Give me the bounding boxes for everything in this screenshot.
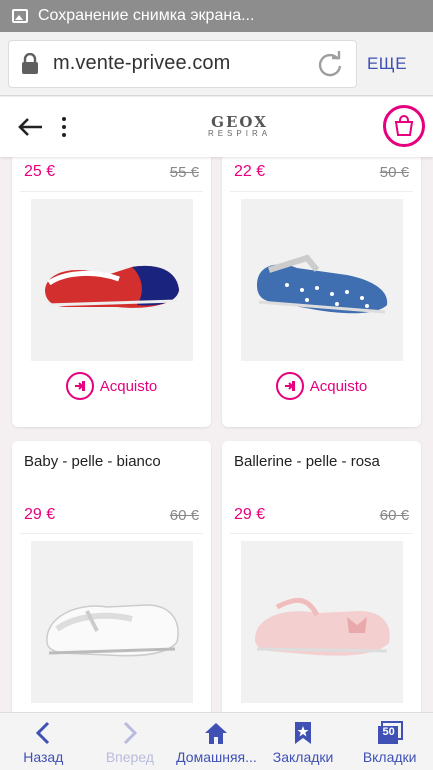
- product-card[interactable]: 22 € 50 € Acquisto: [222, 157, 421, 427]
- product-image[interactable]: [241, 541, 403, 703]
- nav-label: Назад: [23, 749, 64, 765]
- product-image[interactable]: [241, 199, 403, 361]
- nav-bookmarks[interactable]: Закладки: [260, 713, 347, 770]
- status-bar: Сохранение снимка экрана...: [0, 0, 433, 32]
- old-price: 50 €: [379, 164, 409, 181]
- buy-button[interactable]: Acquisto: [12, 372, 211, 400]
- old-price: 55 €: [169, 164, 199, 181]
- price: 29 €: [234, 506, 266, 523]
- buy-button[interactable]: Acquisto: [222, 372, 421, 400]
- chevron-right-icon: [123, 721, 138, 745]
- nav-forward[interactable]: Вперед: [87, 713, 174, 770]
- price: 25 €: [24, 163, 56, 180]
- price: 22 €: [234, 163, 266, 180]
- buy-icon: [275, 372, 304, 400]
- browser-bottom-nav: Назад Вперед Домашняя... Закладки 50 Вкл…: [0, 712, 433, 770]
- nav-label: Домашняя...: [176, 749, 257, 765]
- menu-kebab-icon[interactable]: [52, 105, 76, 149]
- product-image[interactable]: [31, 199, 193, 361]
- buy-label: Acquisto: [309, 377, 368, 395]
- product-name: Ballerine - pelle - rosa: [234, 453, 380, 470]
- site-header: GEOX RESPIRA: [0, 97, 433, 157]
- nav-home[interactable]: Домашняя...: [173, 713, 260, 770]
- nav-label: Вперед: [105, 749, 154, 765]
- url-text[interactable]: m.vente-privee.com: [53, 52, 316, 75]
- product-card[interactable]: Baby - pelle - bianco 29 € 60 €: [12, 441, 211, 712]
- chevron-left-icon: [36, 721, 50, 745]
- buy-icon: [65, 372, 94, 400]
- divider: [20, 533, 203, 534]
- product-image[interactable]: [31, 541, 193, 703]
- home-icon: [205, 723, 228, 744]
- product-name: Baby - pelle - bianco: [24, 453, 161, 470]
- old-price: 60 €: [379, 507, 409, 524]
- bookmark-icon: [295, 722, 312, 744]
- browser-toolbar: m.vente-privee.com ЕЩЕ: [0, 32, 433, 96]
- cart-icon[interactable]: [383, 105, 425, 147]
- back-arrow-icon[interactable]: [8, 105, 52, 149]
- nav-label: Вкладки: [362, 749, 417, 765]
- divider: [20, 191, 203, 192]
- nav-back[interactable]: Назад: [0, 713, 87, 770]
- nav-tabs[interactable]: 50 Вкладки: [346, 713, 433, 770]
- price: 29 €: [24, 506, 56, 523]
- image-icon: [12, 9, 28, 23]
- address-bar[interactable]: m.vente-privee.com: [8, 39, 357, 88]
- divider: [230, 533, 413, 534]
- status-title: Сохранение снимка экрана...: [38, 7, 255, 24]
- old-price: 60 €: [169, 507, 199, 524]
- brand-logo[interactable]: GEOX RESPIRA: [76, 115, 403, 139]
- tabs-count-badge: 50: [382, 726, 395, 738]
- divider: [230, 191, 413, 192]
- reload-icon[interactable]: [316, 50, 344, 78]
- more-button[interactable]: ЕЩЕ: [357, 54, 417, 74]
- product-card[interactable]: Ballerine - pelle - rosa 29 € 60 €: [222, 441, 421, 712]
- buy-label: Acquisto: [99, 377, 158, 395]
- nav-label: Закладки: [272, 749, 334, 765]
- product-grid: 25 € 55 € Acquisto 22 € 50 € Acquisto Ba…: [0, 157, 433, 712]
- product-card[interactable]: 25 € 55 € Acquisto: [12, 157, 211, 427]
- lock-icon: [22, 52, 38, 74]
